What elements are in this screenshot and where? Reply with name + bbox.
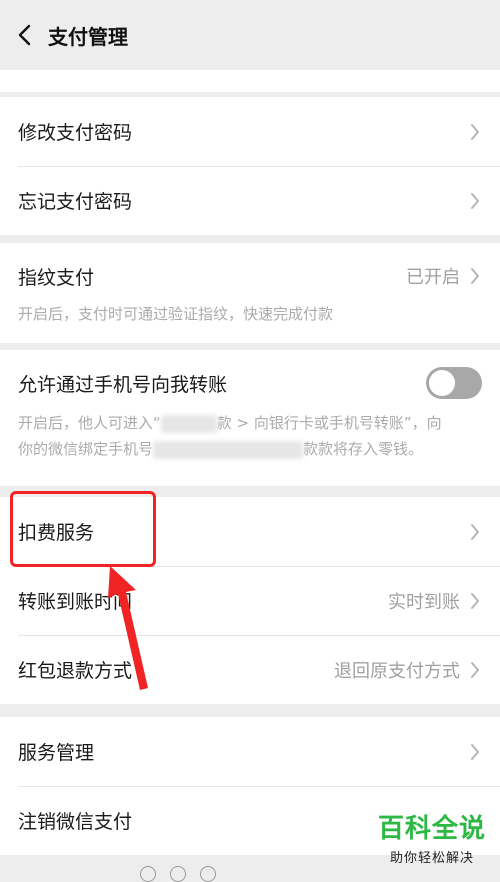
fingerprint-row[interactable]: 指纹支付 已开启 开启后，支付时可通过验证指纹，快速完成付款	[0, 243, 500, 343]
phone-transfer-description: 开启后，他人可进入“ 款 > 向银行卡或手机号转账”，向 你的微信绑定手机号 款款将…	[18, 410, 482, 462]
desc-line1-end: 款 > 向银行卡或手机号转账”，向	[216, 414, 442, 432]
transfer-time-value: 实时到账	[388, 591, 460, 613]
chevron-right-icon	[471, 192, 479, 209]
circle-icon	[140, 866, 156, 882]
chevron-left-icon	[18, 24, 31, 46]
transfer-time-row[interactable]: 转账到账时间 实时到账	[0, 566, 500, 635]
highlight-box	[10, 491, 156, 567]
chevron-right-icon	[471, 743, 479, 760]
header-bar: 支付管理	[0, 0, 500, 70]
forgot-password-row[interactable]: 忘记支付密码	[0, 166, 500, 235]
phone-transfer-group: 允许通过手机号向我转账 开启后，他人可进入“ 款 > 向银行卡或手机号转账”，向 …	[0, 350, 500, 486]
desc-line2-start: 你的微信绑定手机号	[18, 440, 154, 458]
bottom-icons-remnant	[140, 866, 360, 882]
toggle-knob	[429, 370, 455, 396]
phone-transfer-label: 允许通过手机号向我转账	[18, 373, 228, 396]
service-manage-row[interactable]: 服务管理	[0, 717, 500, 786]
watermark-brand: 百科全说	[377, 814, 486, 844]
redacted-phone	[153, 440, 304, 459]
chevron-right-icon	[471, 661, 479, 678]
chevron-right-icon	[471, 592, 479, 609]
chevron-right-icon	[471, 123, 479, 140]
refund-method-row[interactable]: 红包退款方式 退回原支付方式	[0, 635, 500, 704]
change-password-label: 修改支付密码	[18, 122, 133, 144]
redacted-area	[160, 414, 217, 433]
transfer-time-label: 转账到账时间	[18, 591, 133, 613]
fingerprint-status: 已开启	[406, 267, 460, 288]
watermark-tagline: 助你轻松解决	[389, 851, 474, 866]
circle-icon	[170, 866, 186, 882]
refund-method-label: 红包退款方式	[18, 660, 133, 682]
phone-transfer-row: 允许通过手机号向我转账 开启后，他人可进入“ 款 > 向银行卡或手机号转账”，向 …	[0, 350, 500, 486]
phone-transfer-toggle[interactable]	[426, 367, 482, 399]
desc-line1-start: 开启后，他人可进入“	[18, 414, 161, 432]
back-button[interactable]	[2, 0, 46, 70]
chevron-right-icon	[471, 268, 479, 284]
circle-icon	[200, 866, 216, 882]
fingerprint-description: 开启后，支付时可通过验证指纹，快速完成付款	[18, 305, 334, 323]
password-group: 修改支付密码 忘记支付密码	[0, 97, 500, 235]
desc-line2-end: 款款将存入零钱。	[303, 440, 424, 458]
red-arrow-annotation	[108, 566, 148, 690]
change-password-row[interactable]: 修改支付密码	[0, 97, 500, 166]
refund-method-value: 退回原支付方式	[334, 660, 460, 682]
forgot-password-label: 忘记支付密码	[18, 191, 133, 213]
page-title: 支付管理	[48, 24, 128, 49]
fingerprint-label: 指纹支付	[18, 266, 95, 289]
watermark: 百科全说 助你轻松解决	[378, 808, 486, 866]
service-manage-label: 服务管理	[18, 742, 95, 764]
fingerprint-group: 指纹支付 已开启 开启后，支付时可通过验证指纹，快速完成付款	[0, 243, 500, 343]
chevron-right-icon	[471, 523, 479, 540]
previous-group-remnant	[0, 70, 500, 92]
